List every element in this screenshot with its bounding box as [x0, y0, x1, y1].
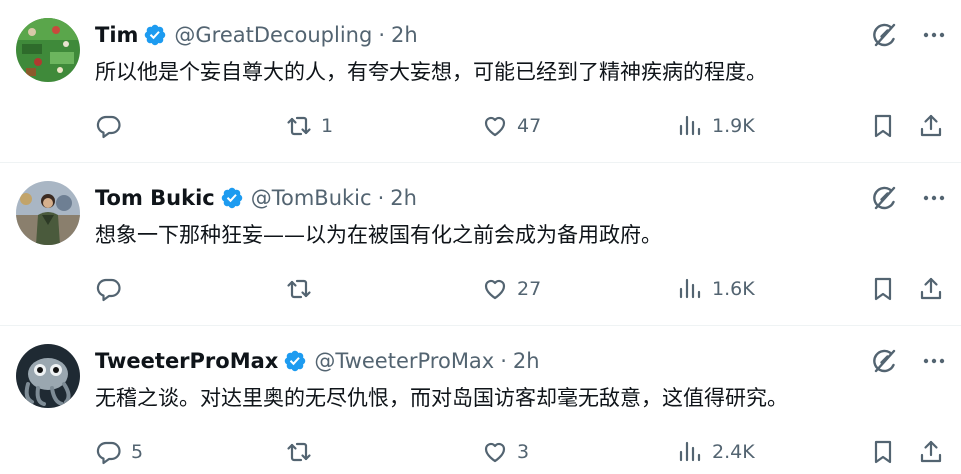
- views-icon: [679, 115, 701, 136]
- tweet[interactable]: Tom Bukic @TomBukic · 2h 想象一下那种狂妄——以为在被国…: [0, 162, 961, 325]
- tweet-text: 所以他是个妄自尊大的人，有夸大妄想，可能已经到了精神疾病的程度。: [95, 60, 767, 84]
- views-button[interactable]: 1.9K: [676, 108, 755, 144]
- share-button[interactable]: [917, 434, 945, 470]
- author-handle[interactable]: @GreatDecoupling: [174, 23, 372, 47]
- like-icon: [484, 279, 506, 300]
- share-icon: [920, 114, 942, 137]
- avatar[interactable]: [16, 181, 80, 245]
- views-button[interactable]: 1.6K: [676, 271, 755, 307]
- retweet-count: 1: [321, 115, 334, 137]
- grok-icon[interactable]: [869, 20, 899, 50]
- tweet-header: Tom Bukic @TomBukic · 2h: [95, 183, 417, 213]
- author-name[interactable]: TweeterProMax: [95, 349, 278, 373]
- separator: ·: [377, 186, 385, 210]
- action-bar: 1 47 1.9K: [95, 108, 947, 144]
- share-icon: [920, 440, 942, 463]
- like-button[interactable]: 47: [481, 108, 541, 144]
- bookmark-icon: [874, 114, 892, 138]
- tweet-text: 无稽之谈。对达里奥的无尽仇恨，而对岛国访客却毫无敌意，这值得研究。: [95, 386, 788, 410]
- like-icon: [484, 116, 506, 137]
- grok-icon[interactable]: [869, 346, 899, 376]
- like-button[interactable]: 27: [481, 271, 541, 307]
- separator: ·: [500, 349, 507, 373]
- timestamp[interactable]: 2h: [513, 349, 540, 373]
- author-name[interactable]: Tim: [95, 23, 138, 47]
- view-count: 1.6K: [712, 278, 755, 300]
- like-count: 3: [517, 441, 530, 463]
- like-count: 47: [517, 115, 542, 137]
- reply-icon: [96, 441, 121, 465]
- like-count: 27: [517, 278, 542, 300]
- more-icon[interactable]: [921, 348, 947, 374]
- bookmark-icon: [874, 277, 892, 301]
- retweet-button[interactable]: 1: [285, 108, 333, 144]
- bookmark-button[interactable]: [869, 108, 897, 144]
- verified-badge-icon: [221, 187, 242, 209]
- reply-button[interactable]: [95, 271, 131, 307]
- timestamp[interactable]: 2h: [390, 186, 417, 210]
- author-handle[interactable]: @TweeterProMax: [314, 349, 494, 373]
- timestamp[interactable]: 2h: [391, 23, 418, 47]
- separator: ·: [378, 23, 385, 47]
- avatar[interactable]: [16, 344, 80, 408]
- share-icon: [920, 277, 942, 300]
- author-handle[interactable]: @TomBukic: [251, 186, 372, 210]
- tweet[interactable]: TweeterProMax @TweeterProMax · 2h 无稽之谈。对…: [0, 325, 961, 474]
- retweet-icon: [287, 442, 311, 462]
- tweet[interactable]: Tim @GreatDecoupling · 2h 所以他是个妄自尊大的人，有夸…: [0, 0, 961, 162]
- views-button[interactable]: 2.4K: [676, 434, 755, 470]
- author-name[interactable]: Tom Bukic: [95, 186, 215, 210]
- bookmark-button[interactable]: [869, 271, 897, 307]
- share-button[interactable]: [917, 271, 945, 307]
- grok-icon[interactable]: [869, 183, 899, 213]
- view-count: 1.9K: [712, 115, 755, 137]
- retweet-icon: [287, 116, 311, 136]
- action-bar: 27 1.6K: [95, 271, 947, 307]
- reply-button[interactable]: [95, 108, 131, 144]
- tweet-header: Tim @GreatDecoupling · 2h: [95, 20, 418, 50]
- views-icon: [679, 441, 701, 462]
- reply-icon: [96, 115, 121, 139]
- avatar[interactable]: [16, 18, 80, 82]
- bookmark-button[interactable]: [869, 434, 897, 470]
- bookmark-icon: [874, 440, 892, 464]
- verified-badge-icon: [285, 350, 306, 372]
- views-icon: [679, 278, 701, 299]
- view-count: 2.4K: [712, 441, 755, 463]
- retweet-button[interactable]: [285, 271, 321, 307]
- reply-icon: [96, 278, 121, 302]
- retweet-icon: [287, 279, 311, 299]
- reply-button[interactable]: 5: [95, 434, 143, 470]
- like-button[interactable]: 3: [481, 434, 529, 470]
- verified-badge-icon: [145, 24, 166, 46]
- like-icon: [484, 442, 506, 463]
- tweet-header: TweeterProMax @TweeterProMax · 2h: [95, 346, 540, 376]
- retweet-button[interactable]: [285, 434, 321, 470]
- action-bar: 5 3 2.4K: [95, 434, 947, 470]
- reply-count: 5: [131, 441, 144, 463]
- more-icon[interactable]: [921, 185, 947, 211]
- more-icon[interactable]: [921, 22, 947, 48]
- share-button[interactable]: [917, 108, 945, 144]
- tweet-text: 想象一下那种狂妄——以为在被国有化之前会成为备用政府。: [95, 223, 662, 247]
